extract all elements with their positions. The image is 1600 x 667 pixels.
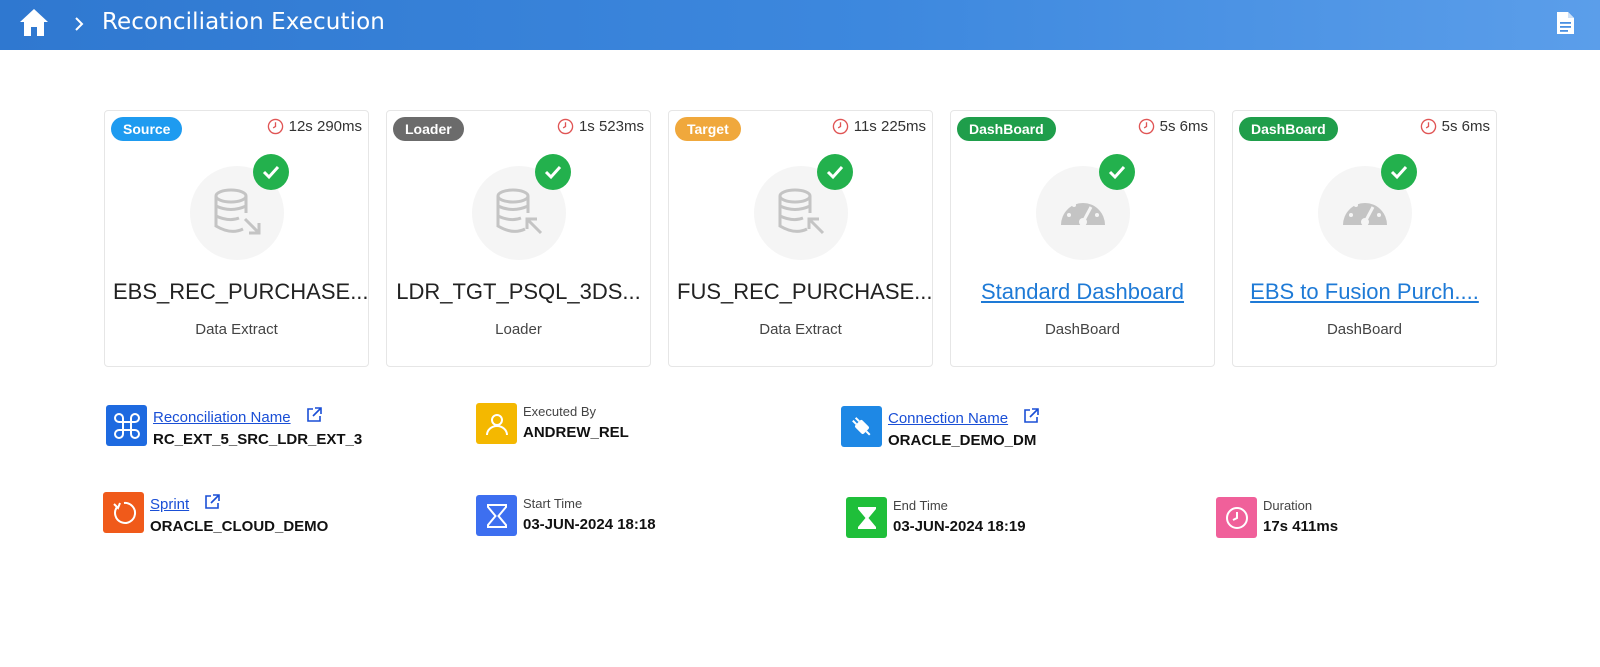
duration-label: Duration — [1263, 498, 1313, 513]
card-object-type: Loader — [495, 321, 542, 338]
start-time-field: Start Time 03-JUN-2024 18:18 — [476, 495, 656, 536]
top-header-bar: Reconciliation Execution — [0, 0, 1600, 50]
reconciliation-name-value: RC_EXT_5_SRC_LDR_EXT_3 — [153, 431, 363, 448]
card-object-name: EBS_REC_PURCHASE... — [113, 279, 368, 304]
elapsed-time-value: 5s 6ms — [1159, 118, 1208, 135]
success-check-icon — [253, 154, 289, 190]
clock-icon — [267, 118, 283, 135]
clock-icon — [1420, 118, 1436, 135]
source-badge: Source — [111, 117, 183, 141]
end-time-label: End Time — [893, 498, 948, 513]
user-icon — [476, 403, 517, 444]
connection-name-link[interactable]: Connection Name — [888, 407, 1040, 428]
hourglass-end-icon — [846, 497, 887, 538]
execution-card-loader[interactable]: Loader 1s 523ms LDR_TGT_PSQL_3DS... Load… — [386, 110, 651, 367]
elapsed-time-value: 11s 225ms — [853, 118, 926, 135]
success-check-icon — [1381, 154, 1417, 190]
page-title: Reconciliation Execution — [102, 9, 385, 35]
execution-card-target[interactable]: Target 11s 225ms FUS_REC_PURCHASE... Dat… — [668, 110, 933, 367]
elapsed-time-value: 1s 523ms — [578, 118, 644, 135]
elapsed-time: 5s 6ms — [1138, 118, 1208, 135]
elapsed-time-value: 5s 6ms — [1441, 118, 1490, 135]
clock-icon — [557, 118, 574, 135]
target-badge: Target — [675, 117, 741, 141]
card-object-type: DashBoard — [1044, 321, 1121, 338]
clock-icon — [1138, 118, 1154, 135]
end-time-field: End Time 03-JUN-2024 18:19 — [846, 497, 1026, 538]
connection-name-value: ORACLE_DEMO_DM — [888, 432, 1037, 449]
success-check-icon — [817, 154, 853, 190]
dashboard-badge: DashBoard — [1239, 117, 1338, 141]
sprint-field: Sprint ORACLE_CLOUD_DEMO — [103, 492, 328, 535]
external-link-icon[interactable] — [203, 493, 221, 511]
reconciliation-name-label[interactable]: Reconciliation Name — [153, 409, 291, 426]
card-object-type: Data Extract — [759, 321, 842, 338]
plug-icon — [841, 406, 882, 447]
duration-field: Duration 17s 411ms — [1216, 497, 1338, 538]
executed-by-label: Executed By — [523, 404, 596, 419]
dashboard-link[interactable]: Standard Dashboard — [951, 279, 1214, 305]
start-time-label: Start Time — [523, 496, 583, 511]
sprint-value: ORACLE_CLOUD_DEMO — [150, 518, 329, 535]
card-object-name: LDR_TGT_PSQL_3DS... — [396, 279, 641, 304]
reconciliation-name-link[interactable]: Reconciliation Name — [153, 406, 362, 427]
dashboard-badge: DashBoard — [957, 117, 1056, 141]
stopwatch-icon — [1216, 497, 1257, 538]
execution-card-dashboard[interactable]: DashBoard 5s 6ms Standard Dashboard Dash… — [950, 110, 1215, 367]
hourglass-icon — [476, 495, 517, 536]
external-link-icon[interactable] — [1022, 407, 1040, 425]
start-time-value: 03-JUN-2024 18:18 — [523, 516, 656, 533]
elapsed-time-value: 12s 290ms — [288, 118, 362, 135]
clock-icon — [832, 118, 848, 135]
elapsed-time: 1s 523ms — [557, 118, 644, 135]
card-object-type: DashBoard — [1326, 321, 1403, 338]
connection-name-field: Connection Name ORACLE_DEMO_DM — [841, 406, 1040, 449]
connection-name-label[interactable]: Connection Name — [888, 410, 1008, 427]
sprint-cycle-icon — [103, 492, 144, 533]
reconciliation-name-field: Reconciliation Name RC_EXT_5_SRC_LDR_EXT… — [106, 405, 362, 448]
elapsed-time: 5s 6ms — [1420, 118, 1490, 135]
loader-badge: Loader — [393, 117, 464, 141]
document-icon[interactable] — [1554, 11, 1576, 35]
executed-by-value: ANDREW_REL — [523, 424, 629, 441]
dashboard-link[interactable]: EBS to Fusion Purch.... — [1233, 279, 1496, 305]
success-check-icon — [1099, 154, 1135, 190]
elapsed-time: 12s 290ms — [267, 118, 362, 135]
duration-value: 17s 411ms — [1263, 518, 1339, 535]
sprint-link[interactable]: Sprint — [150, 493, 328, 514]
execution-card-dashboard[interactable]: DashBoard 5s 6ms EBS to Fusion Purch....… — [1232, 110, 1497, 367]
card-object-type: Data Extract — [195, 321, 278, 338]
executed-by-field: Executed By ANDREW_REL — [476, 403, 629, 444]
chevron-right-icon — [75, 17, 84, 31]
end-time-value: 03-JUN-2024 18:19 — [893, 518, 1026, 535]
command-icon — [106, 405, 147, 446]
external-link-icon[interactable] — [305, 406, 323, 424]
success-check-icon — [535, 154, 571, 190]
elapsed-time: 11s 225ms — [832, 118, 926, 135]
card-object-name: FUS_REC_PURCHASE... — [677, 279, 932, 304]
sprint-label[interactable]: Sprint — [150, 496, 189, 513]
execution-card-source[interactable]: Source 12s 290ms EBS_REC_PURCHASE... Dat… — [104, 110, 369, 367]
home-icon[interactable] — [18, 6, 50, 38]
